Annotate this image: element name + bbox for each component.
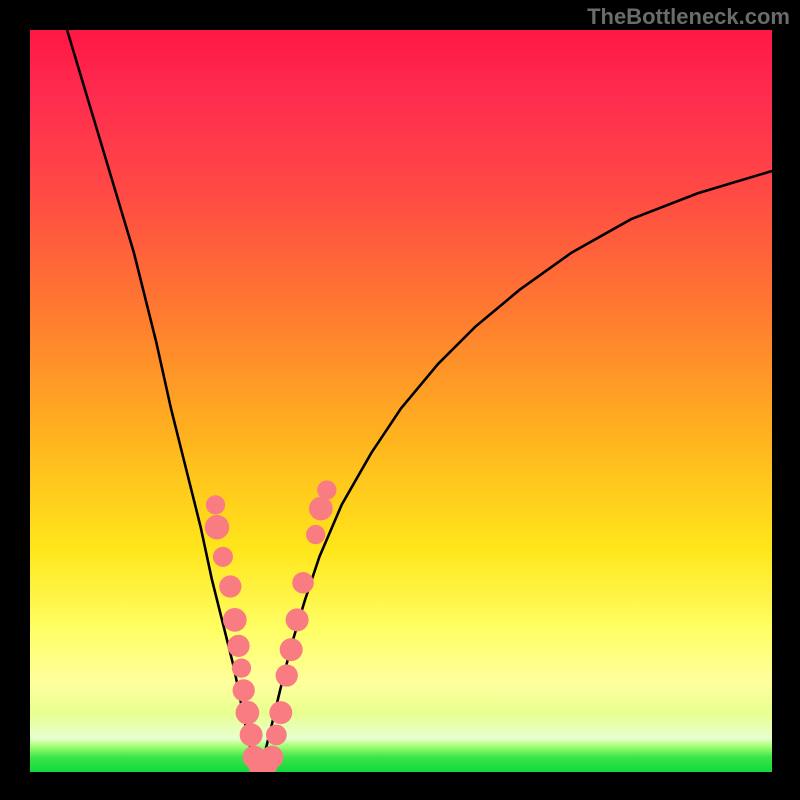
bottleneck-curve (67, 30, 772, 770)
data-point-marker (306, 525, 325, 544)
data-point-marker (276, 664, 298, 686)
data-point-marker (280, 638, 303, 661)
chart-frame: TheBottleneck.com (0, 0, 800, 800)
data-point-marker (269, 701, 292, 724)
chart-plot-area (30, 30, 772, 772)
data-point-marker (206, 495, 225, 514)
data-point-marker (205, 515, 229, 539)
data-point-marker (219, 575, 241, 597)
data-point-marker (233, 679, 255, 701)
data-point-marker (232, 658, 251, 677)
data-point-marker (309, 497, 333, 521)
data-point-marker (260, 746, 283, 769)
data-point-marker (317, 480, 336, 499)
data-point-marker (227, 635, 249, 657)
data-point-marker (236, 701, 260, 725)
data-point-marker (266, 725, 287, 746)
data-point-marker (286, 608, 309, 631)
data-point-marker (223, 608, 247, 632)
watermark-text: TheBottleneck.com (587, 4, 790, 30)
data-point-marker (213, 547, 233, 567)
data-point-marker (292, 572, 314, 594)
chart-svg (30, 30, 772, 772)
data-point-marker (240, 723, 263, 746)
